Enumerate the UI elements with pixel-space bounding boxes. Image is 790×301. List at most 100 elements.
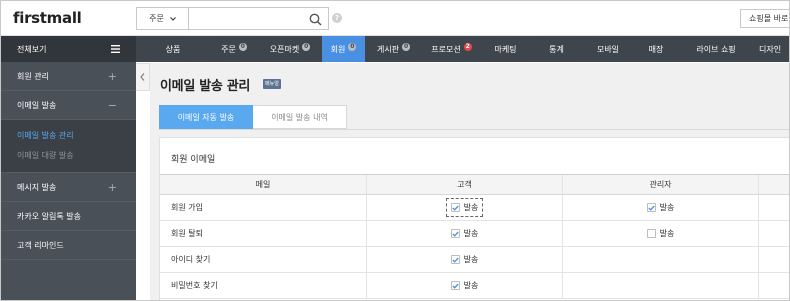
sidebar-item-customer-remind[interactable]: 고객 리마인드	[1, 231, 136, 260]
chevron-down-icon	[169, 16, 176, 21]
hamburger-menu-icon[interactable]	[111, 45, 120, 53]
admin-send-checkbox[interactable]: 발송	[643, 225, 679, 242]
checkbox-label: 발송	[463, 229, 479, 238]
customer-cell: 발송	[367, 195, 563, 220]
checkmark-icon	[647, 205, 655, 211]
search-input[interactable]	[190, 8, 302, 29]
email-settings-table: 메일 고객 관리자 회원 가입 발송 발송 회원 탈퇴 발송 발송 아이디 찾기…	[160, 174, 789, 299]
column-header-admin: 관리자	[563, 175, 759, 194]
admin-cell: 발송	[563, 195, 759, 220]
nav-tab-label: 오픈마켓	[269, 44, 300, 54]
checkbox-box	[450, 203, 460, 212]
nav-tab-label: 라이브 쇼핑	[696, 44, 736, 54]
search-button[interactable]	[304, 9, 326, 29]
sidebar-item-member-management[interactable]: 회원 관리 +	[1, 62, 136, 91]
customer-cell: 발송	[367, 273, 563, 298]
nav-tab-design[interactable]: 디자인	[753, 36, 789, 62]
collapse-icon: −	[107, 98, 117, 112]
content-tabs: 이메일 자동 발송 이메일 발송 내역	[159, 105, 347, 129]
checkmark-icon	[451, 283, 459, 289]
admin-cell: 발송	[563, 221, 759, 246]
help-icon[interactable]: ?	[332, 13, 342, 23]
nav-tab-label: 모바일	[596, 44, 620, 54]
nav-tab-order[interactable]: 주문 0	[210, 36, 258, 62]
checkbox-label: 발송	[463, 255, 479, 264]
nav-tab-label: 매장	[648, 44, 664, 54]
checkbox-label: 발송	[463, 281, 479, 290]
nav-tab-statistics[interactable]: 통계	[530, 36, 583, 62]
sidebar-collapse-button[interactable]	[136, 63, 150, 91]
sidebar-title: 전체보기	[17, 44, 47, 54]
nav-tab-label: 통계	[549, 44, 564, 54]
count-badge: 2	[463, 43, 472, 51]
tab-email-send-history[interactable]: 이메일 발송 내역	[253, 105, 347, 129]
nav-tab-label: 디자인	[759, 44, 782, 54]
nav-tab-label: 프로모션	[431, 44, 461, 54]
sidebar-item-email-send[interactable]: 이메일 발송 −	[1, 91, 136, 120]
row-mail-name: 아이디 찾기	[160, 247, 367, 272]
customer-send-checkbox[interactable]: 발송	[447, 251, 483, 268]
row-mail-name: 회원 가입	[160, 195, 367, 220]
sidebar-item-message-send[interactable]: 메시지 발송 +	[1, 173, 136, 202]
extra-cell	[759, 221, 789, 246]
checkbox-label: 발송	[659, 203, 675, 212]
search-category-select[interactable]: 주문	[137, 8, 189, 29]
checkbox-label: 발송	[463, 203, 479, 212]
sidebar-item-kakao-alimtalk[interactable]: 카카오 알림톡 발송	[1, 202, 136, 231]
customer-cell: 발송	[367, 247, 563, 272]
checkbox-box	[450, 281, 460, 290]
nav-tab-openmarket[interactable]: 오픈마켓 0	[258, 36, 322, 62]
manual-badge[interactable]: 매뉴얼	[263, 79, 281, 89]
customer-cell: 발송	[367, 221, 563, 246]
sidebar-submenu: 이메일 발송 관리 이메일 대량 발송	[1, 120, 136, 173]
nav-tab-product[interactable]: 상품	[136, 36, 210, 62]
sidebar: 전체보기 회원 관리 + 이메일 발송 − 이메일 발송 관리 이메일 대량 발…	[1, 36, 136, 300]
checkbox-box	[450, 255, 460, 264]
count-badge: 0	[402, 43, 411, 51]
nav-tab-store[interactable]: 매장	[633, 36, 679, 62]
customer-send-checkbox[interactable]: 발송	[445, 198, 484, 217]
nav-tab-live-shopping[interactable]: 라이브 쇼핑	[679, 36, 753, 62]
nav-tab-label: 게시판	[376, 44, 400, 54]
table-row: 회원 탈퇴 발송 발송	[160, 221, 789, 247]
checkbox-box	[646, 203, 656, 212]
extra-cell	[759, 273, 789, 298]
panel-title: 회원 이메일	[171, 155, 216, 165]
nav-tab-mobile[interactable]: 모바일	[583, 36, 633, 62]
sidebar-subitem-email-manage[interactable]: 이메일 발송 관리	[17, 126, 136, 146]
nav-tab-promotion[interactable]: 프로모션 2	[422, 36, 481, 62]
checkmark-icon	[451, 231, 459, 237]
table-header-row: 메일 고객 관리자	[160, 175, 789, 195]
row-mail-name: 비밀번호 찾기	[160, 273, 367, 298]
nav-tab-member[interactable]: 회원 0	[322, 36, 365, 62]
nav-tab-label: 주문	[221, 44, 236, 54]
main-nav: 상품 주문 0 오픈마켓 0 회원 0 게시판 0 프로모션 2 마케팅 통계 모바일 매…	[136, 36, 789, 62]
tab-divider	[159, 129, 789, 130]
sidebar-item-label: 고객 리마인드	[17, 240, 64, 250]
row-mail-name: 회원 탈퇴	[160, 221, 367, 246]
checkbox-label: 발송	[659, 229, 675, 238]
sidebar-header[interactable]: 전체보기	[1, 36, 136, 62]
admin-cell	[563, 273, 759, 298]
customer-send-checkbox[interactable]: 발송	[447, 225, 483, 242]
app-window: firstmall 주문 ? 쇼핑몰 바로가기 전체보기 회원 관리 + 이메일…	[0, 0, 790, 301]
sidebar-subitem-email-bulk[interactable]: 이메일 대량 발송	[17, 146, 136, 166]
chevron-left-icon	[140, 73, 145, 81]
nav-tab-label: 마케팅	[494, 44, 517, 54]
customer-send-checkbox[interactable]: 발송	[447, 277, 483, 294]
nav-tab-marketing[interactable]: 마케팅	[481, 36, 530, 62]
logo[interactable]: firstmall	[13, 9, 82, 27]
shop-front-button[interactable]: 쇼핑몰 바로가기	[740, 9, 789, 28]
search-category-label: 주문	[149, 14, 164, 23]
checkbox-box	[450, 229, 460, 238]
sidebar-item-label: 카카오 알림톡 발송	[17, 211, 81, 221]
extra-cell	[759, 195, 789, 220]
nav-tab-label: 회원	[330, 44, 346, 54]
count-badge: 0	[302, 43, 311, 51]
tab-email-auto-send[interactable]: 이메일 자동 발송	[159, 105, 253, 129]
nav-tab-board[interactable]: 게시판 0	[365, 36, 422, 62]
admin-send-checkbox[interactable]: 발송	[643, 199, 679, 216]
main-content: 이메일 발송 관리 매뉴얼 이메일 자동 발송 이메일 발송 내역 회원 이메일…	[150, 63, 789, 300]
extra-cell	[759, 247, 789, 272]
column-header-customer: 고객	[367, 175, 563, 194]
